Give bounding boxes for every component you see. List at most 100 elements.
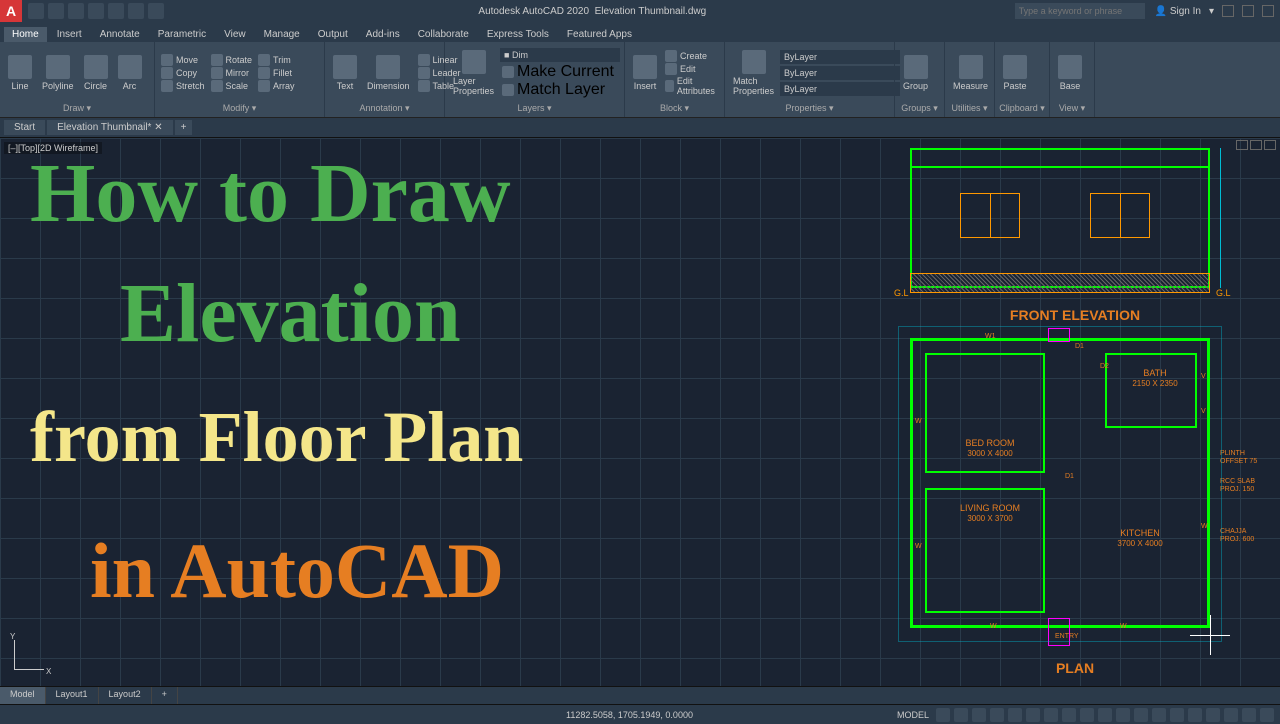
- workspace-icon[interactable]: [1116, 708, 1130, 722]
- panel-label[interactable]: Layers ▾: [449, 102, 620, 115]
- tab-layout2[interactable]: Layout2: [99, 687, 152, 704]
- open-icon[interactable]: [48, 3, 64, 19]
- array-button[interactable]: Array: [256, 80, 297, 92]
- undo-icon[interactable]: [128, 3, 144, 19]
- cleanscreen-icon[interactable]: [1242, 708, 1256, 722]
- redo-icon[interactable]: [148, 3, 164, 19]
- panel-clipboard: Paste Clipboard ▾: [995, 42, 1050, 117]
- scale-button[interactable]: Scale: [209, 80, 255, 92]
- insert-button[interactable]: Insert: [629, 53, 661, 93]
- new-icon[interactable]: [28, 3, 44, 19]
- file-tab-current[interactable]: Elevation Thumbnail* ✕: [47, 120, 173, 135]
- crosshair-v: [1210, 615, 1211, 655]
- cycling-icon[interactable]: [1080, 708, 1094, 722]
- file-tab-start[interactable]: Start: [4, 120, 45, 135]
- coordinates[interactable]: 11282.5058, 1705.1949, 0.0000: [6, 710, 693, 720]
- copy-button[interactable]: Copy: [159, 67, 207, 79]
- polar-icon[interactable]: [990, 708, 1004, 722]
- customize-icon[interactable]: [1260, 708, 1274, 722]
- tab-parametric[interactable]: Parametric: [150, 27, 214, 42]
- make-current-button[interactable]: Make Current: [500, 63, 620, 81]
- panel-label[interactable]: Modify ▾: [159, 102, 320, 115]
- tab-addins[interactable]: Add-ins: [358, 27, 408, 42]
- text-button[interactable]: Text: [329, 53, 361, 93]
- tab-collaborate[interactable]: Collaborate: [410, 27, 477, 42]
- tab-insert[interactable]: Insert: [49, 27, 90, 42]
- arc-button[interactable]: Arc: [114, 53, 146, 93]
- units-icon[interactable]: [1152, 708, 1166, 722]
- drawing-canvas[interactable]: [–][Top][2D Wireframe] How to Draw Eleva…: [0, 138, 1280, 686]
- tab-layout1[interactable]: Layout1: [46, 687, 99, 704]
- panel-label[interactable]: Annotation ▾: [329, 102, 440, 115]
- ucs-icon[interactable]: Y X: [10, 636, 50, 676]
- transparency-icon[interactable]: [1062, 708, 1076, 722]
- lineweight-icon[interactable]: [1044, 708, 1058, 722]
- annoscale-icon[interactable]: [1098, 708, 1112, 722]
- dimension-button[interactable]: Dimension: [363, 53, 414, 93]
- layer-combo[interactable]: ■ Dim: [500, 48, 620, 62]
- close-icon[interactable]: [1262, 5, 1274, 17]
- plot-icon[interactable]: [108, 3, 124, 19]
- tab-output[interactable]: Output: [310, 27, 356, 42]
- help-search-input[interactable]: [1015, 3, 1145, 19]
- tab-view[interactable]: View: [216, 27, 254, 42]
- tab-model[interactable]: Model: [0, 687, 46, 704]
- ucs-x-label: X: [46, 667, 51, 676]
- match-layer-button[interactable]: Match Layer: [500, 81, 620, 99]
- layer-properties-button[interactable]: Layer Properties: [449, 48, 498, 98]
- maximize-icon[interactable]: [1242, 5, 1254, 17]
- stretch-button[interactable]: Stretch: [159, 80, 207, 92]
- exchange-icon[interactable]: ▾: [1209, 6, 1214, 17]
- ortho-icon[interactable]: [972, 708, 986, 722]
- new-tab-button[interactable]: +: [175, 120, 193, 135]
- line-button[interactable]: Line: [4, 53, 36, 93]
- panel-label[interactable]: Block ▾: [629, 102, 720, 115]
- tab-featured[interactable]: Featured Apps: [559, 27, 640, 42]
- tab-manage[interactable]: Manage: [256, 27, 308, 42]
- base-button[interactable]: Base: [1054, 53, 1086, 93]
- group-button[interactable]: Group: [899, 53, 932, 93]
- osnap-icon[interactable]: [1008, 708, 1022, 722]
- tab-annotate[interactable]: Annotate: [92, 27, 148, 42]
- tab-home[interactable]: Home: [4, 27, 47, 42]
- circle-button[interactable]: Circle: [80, 53, 112, 93]
- match-properties-button[interactable]: Match Properties: [729, 48, 778, 98]
- edit-button[interactable]: Edit: [663, 63, 720, 75]
- vp-close-icon[interactable]: [1264, 140, 1276, 150]
- fillet-button[interactable]: Fillet: [256, 67, 297, 79]
- add-layout-button[interactable]: +: [152, 687, 178, 704]
- panel-label[interactable]: Clipboard ▾: [999, 102, 1045, 115]
- color-combo[interactable]: ByLayer: [780, 50, 900, 64]
- app-logo[interactable]: A: [0, 0, 22, 22]
- polyline-button[interactable]: Polyline: [38, 53, 78, 93]
- signin-button[interactable]: 👤 Sign In: [1155, 6, 1201, 17]
- create-button[interactable]: Create: [663, 50, 720, 62]
- lockui-icon[interactable]: [1188, 708, 1202, 722]
- quickprops-icon[interactable]: [1170, 708, 1184, 722]
- panel-label[interactable]: Groups ▾: [899, 102, 940, 115]
- tab-express[interactable]: Express Tools: [479, 27, 557, 42]
- rotate-button[interactable]: Rotate: [209, 54, 255, 66]
- mirror-button[interactable]: Mirror: [209, 67, 255, 79]
- snap-icon[interactable]: [954, 708, 968, 722]
- linetype-combo[interactable]: ByLayer: [780, 82, 900, 96]
- trim-button[interactable]: Trim: [256, 54, 297, 66]
- otrack-icon[interactable]: [1026, 708, 1040, 722]
- model-toggle[interactable]: MODEL: [894, 710, 932, 720]
- lineweight-combo[interactable]: ByLayer: [780, 66, 900, 80]
- edit-attributes-button[interactable]: Edit Attributes: [663, 76, 720, 96]
- annomonitor-icon[interactable]: [1134, 708, 1148, 722]
- save-icon[interactable]: [68, 3, 84, 19]
- grid-icon[interactable]: [936, 708, 950, 722]
- minimize-icon[interactable]: [1222, 5, 1234, 17]
- panel-label[interactable]: Properties ▾: [729, 102, 890, 115]
- measure-button[interactable]: Measure: [949, 53, 992, 93]
- panel-label[interactable]: Draw ▾: [4, 102, 150, 115]
- saveas-icon[interactable]: [88, 3, 104, 19]
- paste-button[interactable]: Paste: [999, 53, 1031, 93]
- panel-label[interactable]: View ▾: [1054, 102, 1090, 115]
- isolate-icon[interactable]: [1206, 708, 1220, 722]
- hardware-icon[interactable]: [1224, 708, 1238, 722]
- move-button[interactable]: Move: [159, 54, 207, 66]
- panel-label[interactable]: Utilities ▾: [949, 102, 990, 115]
